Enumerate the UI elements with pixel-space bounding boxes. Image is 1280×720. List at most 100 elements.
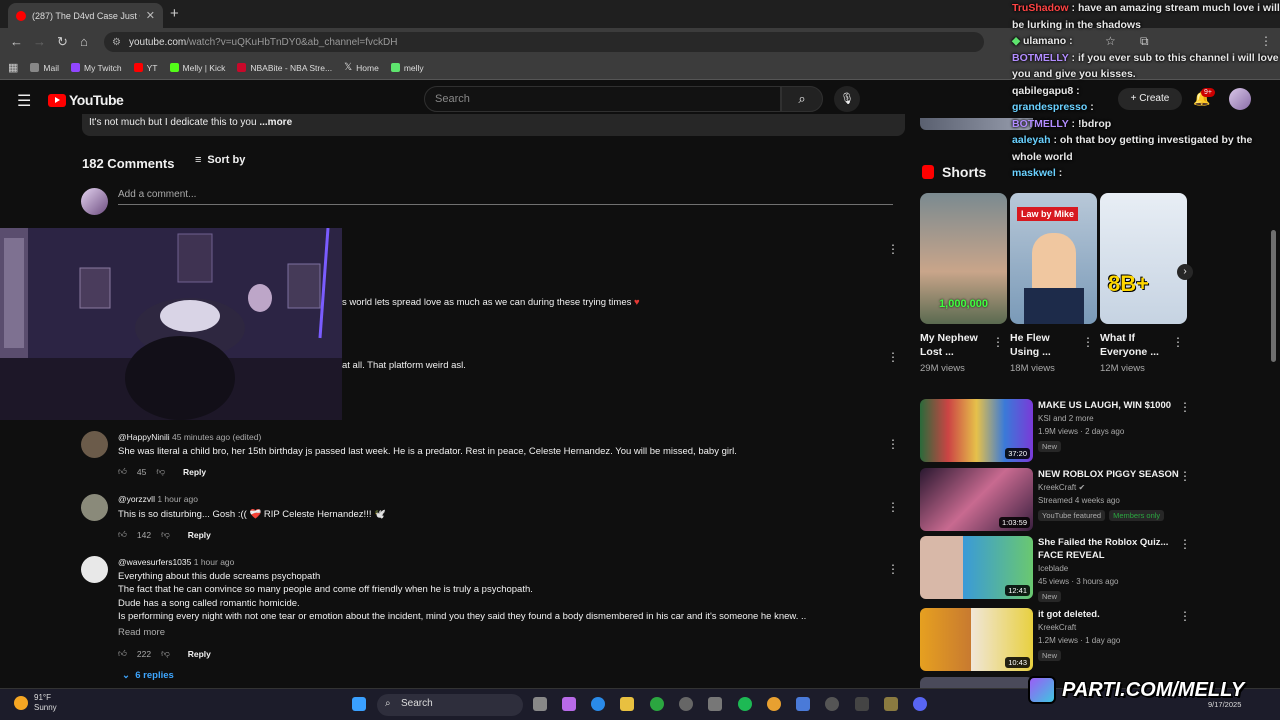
dislike-icon[interactable]: 👎︎ (161, 648, 170, 659)
shorts-next-icon[interactable]: › (1177, 264, 1193, 280)
sun-icon (14, 696, 28, 710)
like-icon[interactable]: 👍︎ (118, 466, 127, 477)
short-title[interactable]: He Flew Using ... (1010, 331, 1078, 359)
video-menu-icon[interactable]: ⋮ (1179, 537, 1191, 551)
x-logo-icon: 𝕏 (344, 62, 353, 73)
comment-menu-icon[interactable]: ⋮ (887, 500, 899, 514)
short-thumbnail[interactable]: 1,000,000 (920, 193, 1007, 324)
video-info[interactable]: NEW ROBLOX PIGGY SEASON KreekCraft ✔ Str… (1038, 468, 1188, 521)
media-player-icon[interactable] (825, 697, 839, 711)
comment-author[interactable]: @wavesurfers1035 1 hour ago (118, 557, 234, 567)
reload-icon[interactable]: ↻ (57, 34, 68, 50)
bookmark-mail[interactable]: Mail (30, 63, 59, 73)
short-title[interactable]: My Nephew Lost ... (920, 331, 988, 359)
bookmark-melly[interactable]: melly (390, 63, 424, 73)
search-input[interactable]: Search (424, 86, 781, 112)
comment-author[interactable]: @HappyNinili 45 minutes ago (edited) (118, 432, 261, 442)
video-thumbnail[interactable]: 37:20 (920, 399, 1033, 462)
comment-menu-icon[interactable]: ⋮ (887, 562, 899, 576)
commenter-avatar (81, 188, 108, 215)
short-thumbnail[interactable]: Law by Mike (1010, 193, 1097, 324)
description-more-link[interactable]: ...more (257, 117, 292, 128)
youtube-logo[interactable]: YouTube (48, 92, 124, 108)
copilot-icon[interactable] (562, 697, 576, 711)
parti-logo-icon (1028, 676, 1056, 704)
spotify-icon[interactable] (738, 697, 752, 711)
like-icon[interactable]: 👍︎ (118, 529, 127, 540)
sort-by-button[interactable]: ≡ Sort by (195, 154, 245, 166)
comment-menu-icon[interactable]: ⋮ (887, 242, 899, 256)
view-replies-button[interactable]: ⌄ 6 replies (122, 670, 174, 681)
video-menu-icon[interactable]: ⋮ (1179, 609, 1191, 623)
short-menu-icon[interactable]: ⋮ (992, 335, 1004, 349)
page-scrollbar[interactable] (1271, 230, 1276, 362)
comment-author[interactable]: @yorzzvll 1 hour ago (118, 494, 198, 504)
video-info[interactable]: it got deleted. KreekCraft 1.2M views · … (1038, 608, 1178, 661)
dislike-icon[interactable]: 👎︎ (156, 466, 165, 477)
discord-icon[interactable] (913, 697, 927, 711)
close-tab-icon[interactable]: ✕ (146, 9, 155, 22)
bookmark-yt[interactable]: YT (133, 63, 158, 73)
bookmark-nbabite[interactable]: NBABite - NBA Stre... (237, 63, 332, 73)
video-menu-icon[interactable]: ⋮ (1179, 400, 1191, 414)
new-tab-button[interactable]: + (170, 5, 179, 22)
comment-avatar[interactable] (81, 431, 108, 458)
url-field[interactable]: ⚙ youtube.com/watch?v=uQKuHbTnDY0&ab_cha… (104, 32, 984, 52)
comment-menu-icon[interactable]: ⋮ (887, 350, 899, 364)
store-icon[interactable] (708, 697, 722, 711)
youtube-icon (133, 63, 143, 72)
search-button[interactable]: ⌕ (781, 86, 823, 112)
chat-message: BOTMELLY : !bdrop (1012, 117, 1112, 130)
comment-actions: 👍︎ 45 👎︎ Reply (118, 466, 206, 477)
start-windows-icon[interactable] (352, 697, 366, 711)
short-thumbnail[interactable]: 8B+ (1100, 193, 1187, 324)
comment-avatar[interactable] (81, 556, 108, 583)
dislike-icon[interactable]: 👎︎ (161, 529, 170, 540)
settings-gear-icon[interactable] (679, 697, 693, 711)
short-views: 12M views (1100, 363, 1145, 374)
video-thumbnail[interactable]: 1:03:59 (920, 468, 1033, 531)
short-title[interactable]: What If Everyone ... (1100, 331, 1168, 359)
site-info-icon[interactable]: ⚙ (112, 37, 121, 48)
add-comment-input[interactable]: Add a comment... (118, 189, 893, 205)
video-channel: KreekCraft ✔ (1038, 483, 1086, 492)
description-box[interactable]: It's not much but I dedicate this to you… (82, 114, 905, 136)
photos-icon[interactable] (796, 697, 810, 711)
back-icon[interactable]: ← (10, 34, 23, 49)
read-more-link[interactable]: Read more (118, 627, 165, 638)
short-menu-icon[interactable]: ⋮ (1172, 335, 1184, 349)
bookmark-twitch[interactable]: My Twitch (71, 63, 122, 73)
xbox-icon[interactable] (650, 697, 664, 711)
video-thumbnail[interactable]: 10:43 (920, 608, 1033, 671)
app-icon[interactable] (884, 697, 898, 711)
app-icon[interactable] (855, 697, 869, 711)
comment-text: This is so disturbing... Gosh :(( ❤️‍🩹 R… (118, 509, 386, 520)
forward-icon[interactable]: → (33, 34, 46, 49)
reply-button[interactable]: Reply (188, 530, 211, 540)
video-info[interactable]: MAKE US LAUGH, WIN $1000 KSI and 2 more … (1038, 399, 1178, 452)
task-view-icon[interactable] (533, 697, 547, 711)
browser-tab[interactable]: (287) The D4vd Case Just G... ✕ (8, 3, 163, 28)
weather-widget[interactable]: 91°F Sunny (14, 693, 57, 713)
video-thumbnail-partial[interactable] (920, 677, 1033, 688)
chrome-icon[interactable] (767, 697, 781, 711)
taskbar-search[interactable]: ⌕ Search (377, 694, 523, 716)
video-menu-icon[interactable]: ⋮ (1179, 469, 1191, 483)
shorts-section-title: Shorts (922, 164, 986, 180)
file-explorer-icon[interactable] (620, 697, 634, 711)
home-icon[interactable]: ⌂ (80, 34, 88, 49)
comment-menu-icon[interactable]: ⋮ (887, 437, 899, 451)
menu-icon[interactable]: ☰ (17, 91, 31, 111)
video-info[interactable]: She Failed the Roblox Quiz... FACE REVEA… (1038, 536, 1178, 602)
reply-button[interactable]: Reply (183, 467, 206, 477)
bookmark-x-home[interactable]: 𝕏 Home (344, 62, 379, 73)
bookmark-kick[interactable]: Melly | Kick (169, 63, 225, 73)
edge-icon[interactable] (591, 697, 605, 711)
apps-grid-icon[interactable]: ▦ (8, 61, 18, 74)
reply-button[interactable]: Reply (188, 649, 211, 659)
voice-search-button[interactable]: 🎙 (834, 86, 860, 112)
comment-avatar[interactable] (81, 494, 108, 521)
short-menu-icon[interactable]: ⋮ (1082, 335, 1094, 349)
video-thumbnail[interactable]: 12:41 (920, 536, 1033, 599)
like-icon[interactable]: 👍︎ (118, 648, 127, 659)
